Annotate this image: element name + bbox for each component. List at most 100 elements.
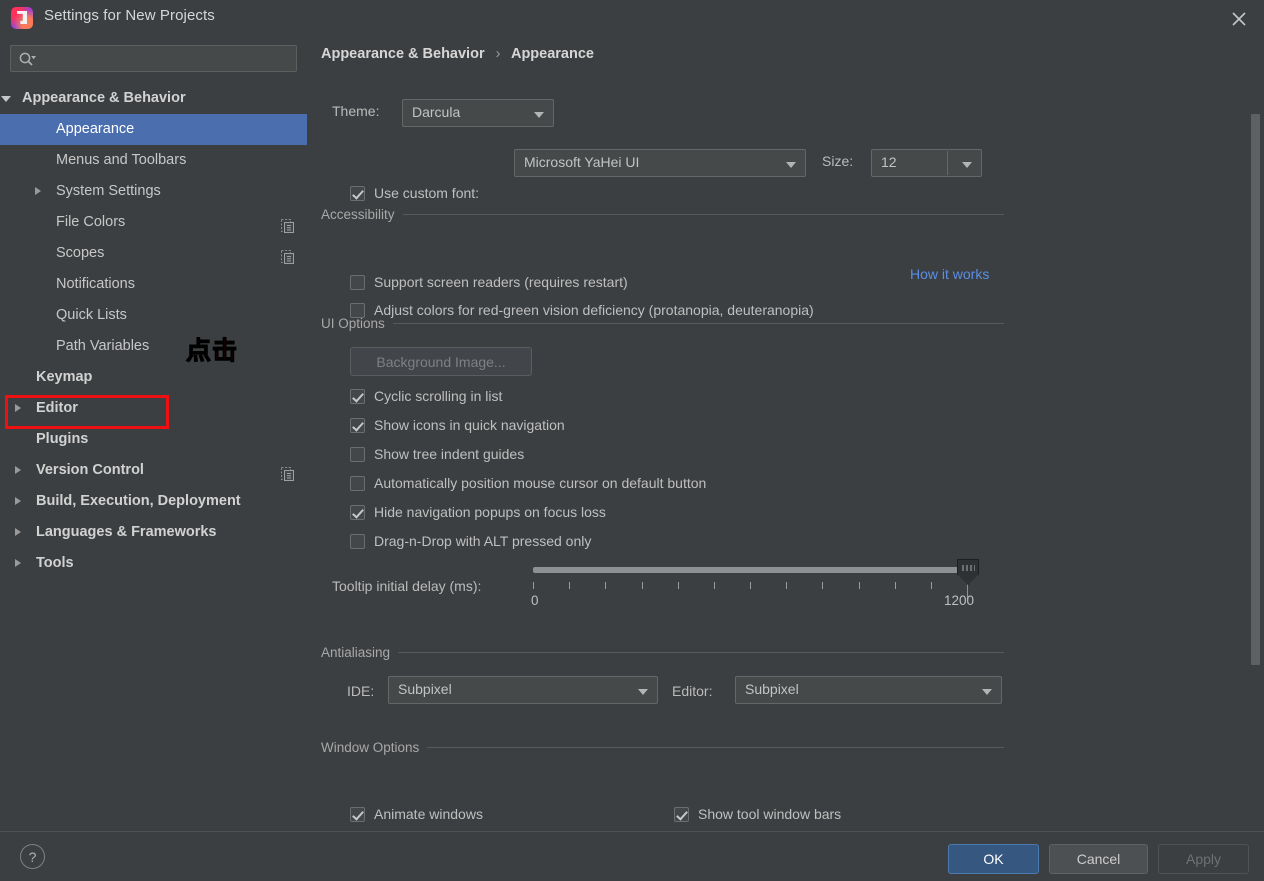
window-options-title: Window Options — [321, 740, 420, 755]
slider-tick — [895, 582, 896, 589]
background-image-button[interactable]: Background Image... — [350, 347, 532, 376]
sidebar-item-path-variables[interactable]: Path Variables — [0, 331, 307, 362]
use-custom-font-row[interactable]: Use custom font: — [350, 185, 479, 201]
support-screen-readers-label: Support screen readers (requires restart… — [374, 274, 628, 290]
sidebar-item-label: Quick Lists — [56, 307, 127, 323]
editor-antialiasing-select[interactable]: Subpixel — [735, 676, 1002, 704]
ui-options-title: UI Options — [321, 316, 385, 331]
chevron-down-icon — [786, 162, 796, 168]
tooltip-delay-label: Tooltip initial delay (ms): — [332, 578, 482, 594]
ui-option-checkbox-5[interactable] — [350, 533, 365, 549]
breadcrumb-current: Appearance — [510, 46, 594, 62]
use-custom-font-checkbox[interactable] — [350, 185, 365, 201]
vertical-scrollbar-thumb[interactable] — [1251, 114, 1260, 665]
show-tool-window-bars-row[interactable]: Show tool window bars — [674, 806, 841, 822]
breadcrumb-root[interactable]: Appearance & Behavior — [321, 46, 485, 62]
custom-font-select[interactable]: Microsoft YaHei UI — [514, 149, 806, 177]
vertical-scrollbar-track[interactable] — [1251, 78, 1262, 823]
ui-option-label-2: Show tree indent guides — [374, 446, 525, 462]
window-options-section-header: Window Options — [321, 740, 1004, 755]
sidebar-item-languages-frameworks[interactable]: Languages & Frameworks — [0, 517, 307, 548]
ide-antialiasing-label: IDE: — [347, 683, 375, 699]
section-divider — [392, 323, 1004, 324]
cancel-button[interactable]: Cancel — [1049, 844, 1148, 874]
chevron-right-icon[interactable] — [15, 559, 21, 567]
ui-option-checkbox-3[interactable] — [350, 475, 365, 491]
settings-tree: Appearance & Behavior Appearance Menus and… — [0, 83, 307, 579]
sidebar-item-label: Appearance & Behavior — [22, 90, 186, 106]
sidebar-item-label: Keymap — [36, 369, 93, 385]
theme-select[interactable]: Darcula — [402, 99, 554, 127]
slider-max-label: 1200 — [944, 593, 975, 608]
accessibility-section-header: Accessibility — [321, 207, 1004, 222]
search-field[interactable] — [10, 45, 297, 72]
font-size-label: Size: — [822, 153, 854, 169]
sidebar-item-appearance-behavior[interactable]: Appearance & Behavior — [0, 83, 307, 114]
ui-option-row-2[interactable]: Show tree indent guides — [350, 446, 524, 462]
how-it-works-link[interactable]: How it works — [910, 266, 989, 282]
settings-sidebar: Appearance & Behavior Appearance Menus and… — [0, 36, 307, 831]
ide-antialiasing-select[interactable]: Subpixel — [388, 676, 658, 704]
support-screen-readers-checkbox[interactable] — [350, 274, 365, 290]
sidebar-item-keymap[interactable]: Keymap — [0, 362, 307, 393]
help-button[interactable]: ? — [20, 844, 45, 869]
ui-option-row-1[interactable]: Show icons in quick navigation — [350, 417, 565, 433]
sidebar-item-label: Scopes — [56, 245, 105, 261]
sidebar-item-build-execution-deployment[interactable]: Build, Execution, Deployment — [0, 486, 307, 517]
slider-tick — [750, 582, 751, 589]
search-input[interactable] — [41, 46, 292, 71]
sidebar-item-menus-and-toolbars[interactable]: Menus and Toolbars — [0, 145, 307, 176]
theme-label: Theme: — [332, 103, 380, 119]
sidebar-item-version-control[interactable]: Version Control — [0, 455, 307, 486]
antialiasing-title: Antialiasing — [321, 645, 391, 660]
animate-windows-checkbox[interactable] — [350, 806, 365, 822]
accessibility-title: Accessibility — [321, 207, 395, 222]
chevron-right-icon[interactable] — [15, 466, 21, 474]
animate-windows-row[interactable]: Animate windows — [350, 806, 483, 822]
ui-option-label-0: Cyclic scrolling in list — [374, 388, 503, 404]
ok-button[interactable]: OK — [948, 844, 1039, 874]
show-tool-window-bars-checkbox[interactable] — [674, 806, 689, 822]
ui-option-row-5[interactable]: Drag-n-Drop with ALT pressed only — [350, 533, 591, 549]
slider-tick — [931, 582, 932, 589]
ui-option-row-3[interactable]: Automatically position mouse cursor on d… — [350, 475, 706, 491]
title-bar: Settings for New Projects — [0, 0, 1264, 36]
sidebar-item-editor[interactable]: Editor — [0, 393, 307, 424]
close-icon[interactable] — [1228, 8, 1250, 30]
sidebar-item-label: Version Control — [36, 462, 144, 478]
dialog-footer: ? OK Cancel Apply — [0, 831, 1264, 881]
support-screen-readers-row[interactable]: Support screen readers (requires restart… — [350, 274, 628, 290]
sidebar-item-label: Notifications — [56, 276, 135, 292]
ui-option-row-4[interactable]: Hide navigation popups on focus loss — [350, 504, 606, 520]
chevron-right-icon[interactable] — [35, 187, 41, 195]
settings-dialog: Settings for New Projects Appearance & B… — [0, 0, 1264, 881]
chevron-right-icon[interactable] — [15, 528, 21, 536]
ui-option-row-0[interactable]: Cyclic scrolling in list — [350, 388, 502, 404]
ui-option-checkbox-0[interactable] — [350, 388, 365, 404]
sidebar-item-label: Editor — [36, 400, 78, 416]
chevron-right-icon[interactable] — [15, 497, 21, 505]
ui-option-checkbox-2[interactable] — [350, 446, 365, 462]
sidebar-item-notifications[interactable]: Notifications — [0, 269, 307, 300]
slider-tick — [678, 582, 679, 589]
sidebar-item-label: Tools — [36, 555, 74, 571]
ui-options-section-header: UI Options — [321, 316, 1004, 331]
sidebar-item-appearance[interactable]: Appearance — [0, 114, 307, 145]
sidebar-item-tools[interactable]: Tools — [0, 548, 307, 579]
sidebar-item-scopes[interactable]: Scopes — [0, 238, 307, 269]
slider-track[interactable] — [533, 567, 968, 573]
sidebar-item-quick-lists[interactable]: Quick Lists — [0, 300, 307, 331]
breadcrumb: Appearance & Behavior › Appearance — [321, 46, 594, 62]
sidebar-item-plugins[interactable]: Plugins — [0, 424, 307, 455]
chevron-down-icon[interactable] — [1, 96, 11, 102]
sidebar-item-label: File Colors — [56, 214, 126, 230]
ui-option-checkbox-4[interactable] — [350, 504, 365, 520]
sidebar-item-file-colors[interactable]: File Colors — [0, 207, 307, 238]
ui-option-checkbox-1[interactable] — [350, 417, 365, 433]
sidebar-item-system-settings[interactable]: System Settings — [0, 176, 307, 207]
slider-tick — [714, 582, 715, 589]
slider-ticks — [533, 582, 968, 591]
chevron-right-icon[interactable] — [15, 404, 21, 412]
font-size-spinner[interactable]: 12 — [871, 149, 982, 177]
slider-tick — [605, 582, 606, 589]
